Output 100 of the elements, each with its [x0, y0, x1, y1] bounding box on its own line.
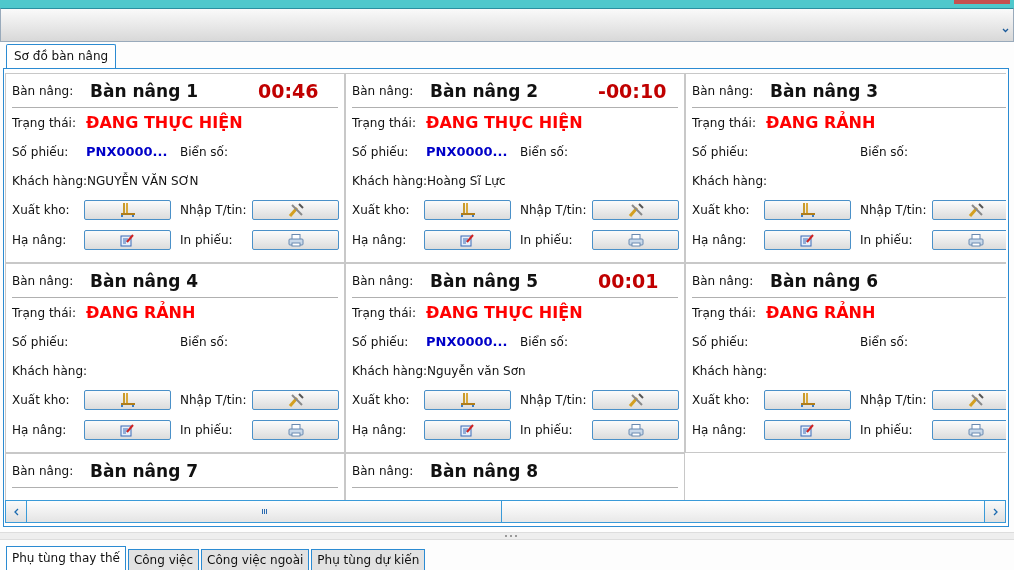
- field-label: Bàn nâng:: [692, 273, 755, 288]
- info-button[interactable]: [932, 390, 1006, 410]
- print-button[interactable]: [252, 420, 339, 440]
- lift-name: Bàn nâng 1: [90, 80, 200, 101]
- lower-button[interactable]: [424, 420, 511, 440]
- field-label: Hạ nâng:: [352, 233, 408, 247]
- stock-out-button[interactable]: [424, 390, 511, 410]
- grip-icon: [505, 534, 517, 538]
- timer: 00:01: [598, 269, 659, 292]
- dropdown-field[interactable]: [0, 8, 1014, 42]
- print-button[interactable]: [592, 230, 679, 250]
- field-label: Số phiếu:: [352, 334, 410, 349]
- lift-name: Bàn nâng 3: [770, 80, 880, 101]
- field-label: Nhập T/tin:: [859, 393, 928, 407]
- field-label: Biển số:: [520, 334, 568, 349]
- info-button[interactable]: [252, 390, 339, 410]
- field-label: Số phiếu:: [352, 144, 410, 159]
- tab[interactable]: Công việc ngoài: [201, 549, 310, 570]
- chevron-left-icon: [13, 507, 19, 516]
- shelf-icon: [459, 393, 476, 407]
- printer-icon: [287, 233, 304, 247]
- lift-name: Bàn nâng 2: [430, 80, 540, 101]
- tab[interactable]: Sơ đồ bàn nâng: [6, 44, 117, 68]
- lift-name: Bàn nâng 5: [430, 270, 540, 291]
- edit-icon: [460, 423, 475, 437]
- print-button[interactable]: [932, 230, 1006, 250]
- ticket-number: PNX0000...: [426, 144, 508, 159]
- printer-icon: [287, 423, 304, 437]
- horizontal-scrollbar[interactable]: [5, 500, 1006, 523]
- info-button[interactable]: [592, 200, 679, 220]
- grip-icon: [261, 509, 267, 514]
- status-value: ĐANG THỰC HIỆN: [86, 113, 243, 132]
- field-label: Hạ nâng:: [352, 423, 408, 437]
- field-label: Nhập T/tin:: [179, 393, 248, 407]
- tab[interactable]: Công việc: [127, 549, 200, 570]
- field-label: Xuất kho:: [352, 393, 411, 407]
- lift-name: Bàn nâng 7: [90, 460, 200, 481]
- field-label: Bàn nâng:: [352, 273, 415, 288]
- tab[interactable]: Phụ tùng thay thế: [6, 546, 126, 570]
- field-label: Biển số:: [180, 334, 228, 349]
- ticket-number: PNX0000...: [426, 334, 508, 349]
- lower-button[interactable]: [764, 420, 851, 440]
- field-label: Nhập T/tin:: [179, 203, 248, 217]
- stock-out-button[interactable]: [424, 200, 511, 220]
- print-button[interactable]: [252, 230, 339, 250]
- field-label: Nhập T/tin:: [519, 393, 588, 407]
- customer-name: Nguyễn văn Sơn: [427, 363, 526, 378]
- edit-icon: [120, 233, 135, 247]
- tools-icon: [967, 203, 984, 217]
- scroll-left-button[interactable]: [6, 501, 27, 522]
- field-label: Hạ nâng:: [692, 233, 748, 247]
- field-label: In phiếu:: [859, 233, 914, 247]
- scroll-right-button[interactable]: [984, 501, 1005, 522]
- printer-icon: [627, 423, 644, 437]
- field-label: In phiếu:: [859, 423, 914, 437]
- field-label: Xuất kho:: [352, 203, 411, 217]
- printer-icon: [967, 423, 984, 437]
- lower-button[interactable]: [84, 420, 171, 440]
- customer-name: NGUYỄN VĂN SƠN: [87, 173, 199, 188]
- tools-icon: [287, 203, 304, 217]
- field-label: Trạng thái:: [352, 305, 417, 320]
- info-button[interactable]: [252, 200, 339, 220]
- info-button[interactable]: [932, 200, 1006, 220]
- shelf-icon: [799, 203, 816, 217]
- lower-button[interactable]: [84, 230, 171, 250]
- printer-icon: [627, 233, 644, 247]
- print-button[interactable]: [932, 420, 1006, 440]
- field-label: Khách hàng:: [692, 363, 768, 378]
- status-value: ĐANG RẢNH: [766, 113, 876, 132]
- edit-icon: [460, 233, 475, 247]
- field-label: Xuất kho:: [692, 203, 751, 217]
- tab[interactable]: Phụ tùng dự kiến: [311, 549, 426, 570]
- lower-button[interactable]: [424, 230, 511, 250]
- status-value: ĐANG RẢNH: [86, 303, 196, 322]
- stock-out-button[interactable]: [764, 200, 851, 220]
- chevron-right-icon: [992, 507, 998, 516]
- shelf-icon: [459, 203, 476, 217]
- customer-name: Hoàng Sĩ Lực: [427, 173, 506, 188]
- shelf-icon: [119, 393, 136, 407]
- field-label: Bàn nâng:: [12, 273, 75, 288]
- info-button[interactable]: [592, 390, 679, 410]
- stock-out-button[interactable]: [84, 200, 171, 220]
- stock-out-button[interactable]: [84, 390, 171, 410]
- caret-icon: [1002, 28, 1009, 33]
- field-label: Số phiếu:: [12, 144, 70, 159]
- lower-button[interactable]: [764, 230, 851, 250]
- field-label: Nhập T/tin:: [859, 203, 928, 217]
- field-label: Biển số:: [520, 144, 568, 159]
- field-label: Trạng thái:: [352, 115, 417, 130]
- timer: -00:10: [598, 79, 667, 102]
- scroll-thumb[interactable]: [27, 501, 502, 522]
- field-label: Biển số:: [180, 144, 228, 159]
- print-button[interactable]: [592, 420, 679, 440]
- tools-icon: [627, 393, 644, 407]
- tools-icon: [287, 393, 304, 407]
- edit-icon: [800, 233, 815, 247]
- field-label: Trạng thái:: [692, 115, 757, 130]
- field-label: Xuất kho:: [692, 393, 751, 407]
- stock-out-button[interactable]: [764, 390, 851, 410]
- field-label: Khách hàng:: [12, 173, 88, 188]
